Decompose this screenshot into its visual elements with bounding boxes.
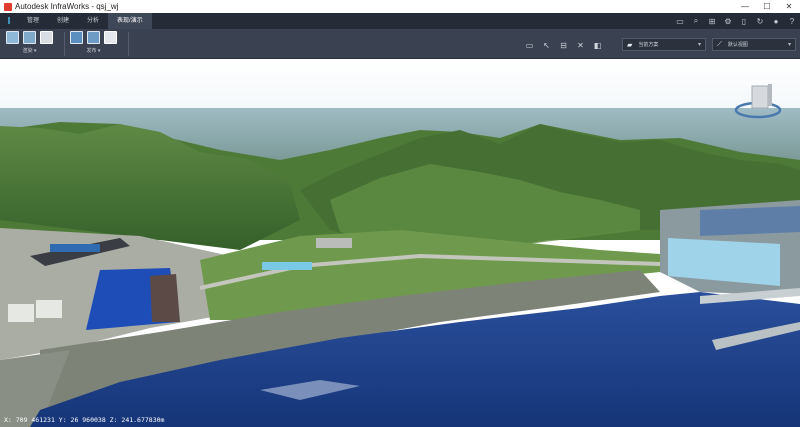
viewport-tools: ▭ ↖ ⊟ ✕ ◧ <box>524 41 603 50</box>
publish-file-icon[interactable] <box>104 31 117 44</box>
layers-icon[interactable]: ▭ <box>672 17 688 26</box>
ribbon-group-publish: 发布 ▾ <box>70 31 117 57</box>
pad-2 <box>36 300 62 318</box>
menu-bar: I 管理 创建 分析 表现/演示 ▭ ⌕ ⊞ ⚙ ▯ ↻ ● ? <box>0 13 800 29</box>
transform-icon[interactable]: ✕ <box>575 41 586 50</box>
render-video-icon[interactable] <box>23 31 36 44</box>
chat-icon[interactable]: ● <box>768 17 784 26</box>
close-button[interactable]: ✕ <box>778 2 800 11</box>
screen-icon[interactable]: ▭ <box>524 41 535 50</box>
infraworks-logo-icon[interactable]: I <box>0 16 18 27</box>
publish-model-icon[interactable] <box>70 31 83 44</box>
sync-icon[interactable]: ↻ <box>752 17 768 26</box>
coordinate-readout: X: 709 461231 Y: 26 960038 Z: 241.677830… <box>4 416 165 424</box>
tab-manage[interactable]: 管理 <box>18 13 48 29</box>
proposal-dropdown-value: 当前方案 <box>638 42 659 48</box>
publish-export-icon[interactable] <box>87 31 100 44</box>
app-logo-icon <box>4 2 12 11</box>
window-title: Autodesk InfraWorks - qsj_wj <box>15 2 119 11</box>
minimize-button[interactable]: — <box>734 2 756 11</box>
scene-render <box>0 60 800 427</box>
render-snapshot-icon[interactable] <box>40 31 53 44</box>
tab-analyze[interactable]: 分析 <box>78 13 108 29</box>
ribbon: 渲染 ▾ 发布 ▾ ▭ ↖ ⊟ ✕ ◧ ▰ 当前方案 ▾ ⟋ 默认视图 ▾ <box>0 29 800 59</box>
building-grey <box>316 238 352 248</box>
model-viewport[interactable]: X: 709 461231 Y: 26 960038 Z: 241.677830… <box>0 60 800 427</box>
chevron-down-icon: ▾ <box>787 42 791 48</box>
ribbon-separator <box>64 32 65 56</box>
select-icon[interactable]: ↖ <box>541 41 552 50</box>
title-bar: Autodesk InfraWorks - qsj_wj — ☐ ✕ <box>0 0 800 13</box>
doc-icon[interactable]: ▯ <box>736 17 752 26</box>
proposal-icon: ▰ <box>627 41 633 49</box>
style-icon: ⟋ <box>717 40 722 48</box>
proposal-dropdown[interactable]: ▰ 当前方案 ▾ <box>622 38 706 51</box>
menubar-right-icons: ▭ ⌕ ⊞ ⚙ ▯ ↻ ● ? <box>672 16 800 26</box>
grid-icon[interactable]: ⊞ <box>704 17 720 26</box>
ribbon-group-publish-label[interactable]: 发布 ▾ <box>87 47 101 54</box>
building-cyan <box>262 262 312 270</box>
tab-present[interactable]: 表现/演示 <box>108 13 152 29</box>
ribbon-group-render: 渲染 ▾ <box>6 31 53 57</box>
view-dropdown-value: 默认视图 <box>727 42 748 48</box>
ribbon-group-render-label[interactable]: 渲染 ▾ <box>23 47 37 54</box>
view-dropdown[interactable]: ⟋ 默认视图 ▾ <box>712 38 796 51</box>
viewcube-icon[interactable] <box>751 85 769 109</box>
chevron-down-icon: ▾ <box>697 42 701 48</box>
reservoir-water <box>700 206 800 236</box>
search-icon[interactable]: ⌕ <box>688 16 704 26</box>
maximize-button[interactable]: ☐ <box>756 2 778 11</box>
pad-1 <box>8 304 34 322</box>
viewcube-side <box>768 84 772 106</box>
building-blue <box>50 244 100 252</box>
panel-icon[interactable]: ◧ <box>592 41 603 50</box>
help-icon[interactable]: ? <box>784 17 800 26</box>
window-controls: — ☐ ✕ <box>734 2 800 11</box>
gear-icon[interactable]: ⚙ <box>720 17 736 26</box>
ribbon-separator <box>128 32 129 56</box>
storage-block <box>150 274 180 322</box>
render-image-icon[interactable] <box>6 31 19 44</box>
measure-icon[interactable]: ⊟ <box>558 41 569 50</box>
tab-create[interactable]: 创建 <box>48 13 78 29</box>
